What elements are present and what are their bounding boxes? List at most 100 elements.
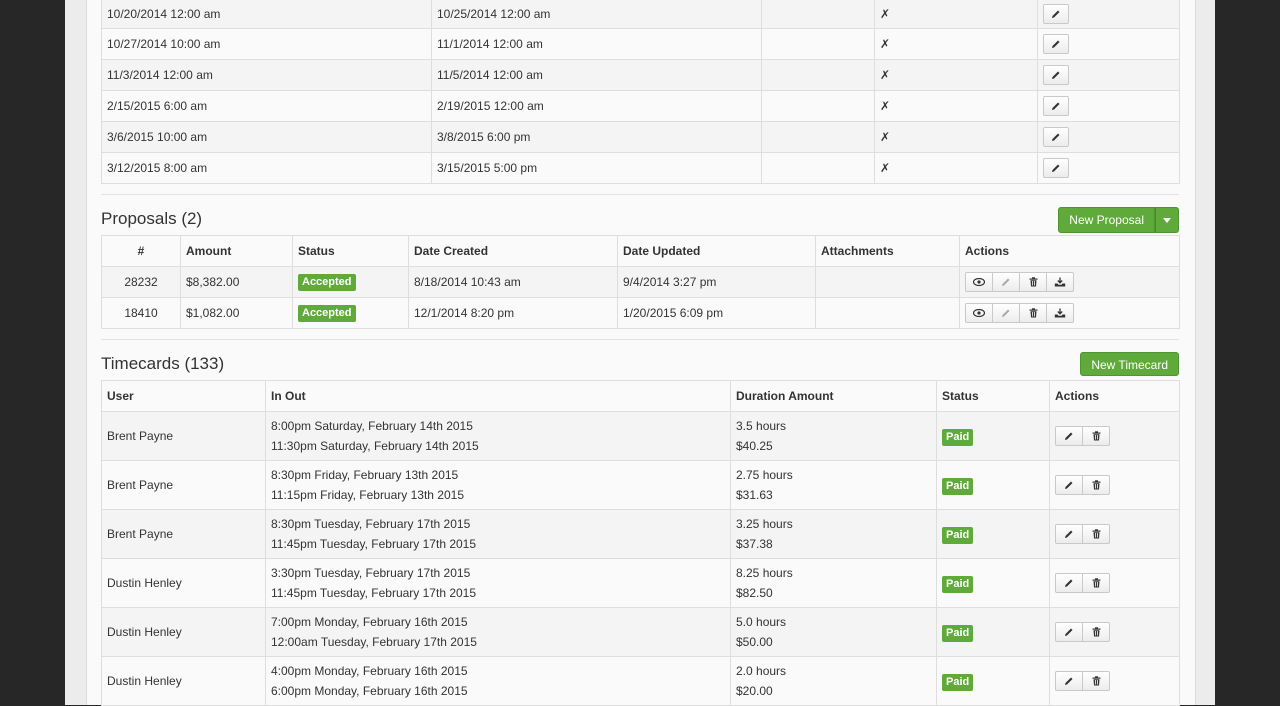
duration-hours: 3.25 hours xyxy=(736,517,793,531)
status-badge: Accepted xyxy=(298,273,356,291)
edit-button[interactable] xyxy=(1055,621,1083,642)
edit-button[interactable] xyxy=(1043,34,1069,54)
time-out: 11:45pm Tuesday, February 17th 2015 xyxy=(271,537,477,551)
actions-cell xyxy=(1049,656,1180,706)
table-row: 28232 $8,382.00 Accepted 8/18/2014 10:43… xyxy=(101,266,1180,298)
edit-button[interactable] xyxy=(1043,127,1069,147)
actions-cell xyxy=(1037,59,1180,91)
start-date: 2/15/2015 6:00 am xyxy=(101,90,432,122)
col-header-attachments: Attachments xyxy=(815,235,960,267)
trash-icon xyxy=(1029,308,1037,318)
edit-button[interactable] xyxy=(1055,474,1083,495)
delete-button[interactable] xyxy=(1082,523,1110,544)
status-cell: Paid xyxy=(936,607,1050,657)
delete-button[interactable] xyxy=(1082,670,1110,691)
delete-button[interactable] xyxy=(1082,621,1110,642)
status-badge: Accepted xyxy=(298,304,356,322)
pencil-icon xyxy=(1065,579,1073,587)
view-button[interactable] xyxy=(965,303,993,323)
timecard-actions xyxy=(1055,621,1110,642)
proposals-title: Proposals (2) xyxy=(101,209,203,228)
table-row: Brent Payne 8:30pm Tuesday, February 17t… xyxy=(101,509,1180,559)
timecards-header: Timecards (133) New Timecard xyxy=(101,340,1179,380)
status-badge: Paid xyxy=(942,674,974,691)
new-proposal-dropdown-toggle[interactable] xyxy=(1155,207,1179,233)
trash-icon xyxy=(1092,626,1100,636)
trash-icon xyxy=(1092,479,1100,489)
status-cell: Accepted xyxy=(292,297,409,329)
table-row: 2/15/2015 6:00 am 2/19/2015 12:00 am ✗ xyxy=(101,90,1180,122)
edit-button[interactable] xyxy=(1055,670,1083,691)
edit-button[interactable] xyxy=(1043,65,1069,85)
status-cell: Paid xyxy=(936,509,1050,559)
status-cell: Paid xyxy=(936,411,1050,461)
actions-cell xyxy=(1049,411,1180,461)
timecard-actions xyxy=(1055,474,1110,495)
date-created: 12/1/2014 8:20 pm xyxy=(408,297,618,329)
x-mark-icon: ✗ xyxy=(874,28,1038,60)
table-row: 18410 $1,082.00 Accepted 12/1/2014 8:20 … xyxy=(101,297,1180,329)
pencil-icon xyxy=(1002,309,1010,317)
duration-cell: 8.25 hours $82.50 xyxy=(730,558,937,608)
col-header-actions: Actions xyxy=(959,235,1180,267)
pencil-icon xyxy=(1052,10,1060,18)
pencil-icon xyxy=(1002,278,1010,286)
col-header-date-created: Date Created xyxy=(408,235,618,267)
delete-button[interactable] xyxy=(1082,425,1110,446)
time-in: 4:00pm Monday, February 16th 2015 xyxy=(271,664,468,678)
edit-button[interactable] xyxy=(1055,572,1083,593)
delete-button[interactable] xyxy=(1082,474,1110,495)
delete-button[interactable] xyxy=(1082,572,1110,593)
trash-icon xyxy=(1092,675,1100,685)
status-badge: Paid xyxy=(942,478,974,495)
start-date: 10/27/2014 10:00 am xyxy=(101,28,432,60)
new-timecard-button[interactable]: New Timecard xyxy=(1080,352,1179,376)
pencil-icon xyxy=(1052,164,1060,172)
download-button[interactable] xyxy=(1046,272,1074,292)
x-mark-icon: ✗ xyxy=(874,0,1038,29)
actions-cell xyxy=(1049,607,1180,657)
duration-hours: 8.25 hours xyxy=(736,566,793,580)
in-out-cell: 8:30pm Friday, February 13th 2015 11:15pm… xyxy=(265,460,731,510)
in-out-cell: 4:00pm Monday, February 16th 2015 6:00pm … xyxy=(265,656,731,706)
edit-button[interactable] xyxy=(1055,523,1083,544)
edit-button[interactable] xyxy=(992,303,1020,323)
delete-button[interactable] xyxy=(1019,303,1047,323)
edit-button[interactable] xyxy=(1043,4,1069,24)
pencil-icon xyxy=(1065,530,1073,538)
start-date: 3/6/2015 10:00 am xyxy=(101,121,432,153)
trash-icon xyxy=(1092,430,1100,440)
duration-cell: 2.75 hours $31.63 xyxy=(730,460,937,510)
end-date: 11/1/2014 12:00 am xyxy=(431,28,762,60)
pencil-icon xyxy=(1052,133,1060,141)
timecard-actions xyxy=(1055,523,1110,544)
edit-button[interactable] xyxy=(992,272,1020,292)
edit-button[interactable] xyxy=(1055,425,1083,446)
timecard-user: Dustin Henley xyxy=(101,607,266,657)
timecard-actions xyxy=(1055,425,1110,446)
edit-button[interactable] xyxy=(1043,96,1069,116)
delete-button[interactable] xyxy=(1019,272,1047,292)
col-header-amount: Amount xyxy=(180,235,293,267)
duration-amount: $31.63 xyxy=(736,488,773,502)
table-row: 10/20/2014 12:00 am 10/25/2014 12:00 am … xyxy=(101,0,1180,29)
edit-button[interactable] xyxy=(1043,158,1069,178)
new-proposal-button[interactable]: New Proposal xyxy=(1058,207,1155,233)
date-range-table: 10/20/2014 12:00 am 10/25/2014 12:00 am … xyxy=(101,0,1180,184)
col-header-num: # xyxy=(101,235,181,267)
table-header-row: User In Out Duration Amount Status Actio… xyxy=(101,380,1180,412)
table-row: Dustin Henley 7:00pm Monday, February 16… xyxy=(101,607,1180,657)
actions-cell xyxy=(1037,28,1180,60)
pencil-icon xyxy=(1052,71,1060,79)
proposals-header: Proposals (2) New Proposal xyxy=(101,195,1179,235)
timecards-table: User In Out Duration Amount Status Actio… xyxy=(101,380,1180,706)
page-background: 10/20/2014 12:00 am 10/25/2014 12:00 am … xyxy=(65,0,1215,706)
view-button[interactable] xyxy=(965,272,993,292)
table-row: 3/6/2015 10:00 am 3/8/2015 6:00 pm ✗ xyxy=(101,121,1180,153)
end-date: 3/15/2015 5:00 pm xyxy=(431,152,762,184)
duration-amount: $40.25 xyxy=(736,439,773,453)
actions-cell xyxy=(1037,121,1180,153)
proposal-actions xyxy=(965,303,1074,323)
duration-cell: 5.0 hours $50.00 xyxy=(730,607,937,657)
download-button[interactable] xyxy=(1046,303,1074,323)
